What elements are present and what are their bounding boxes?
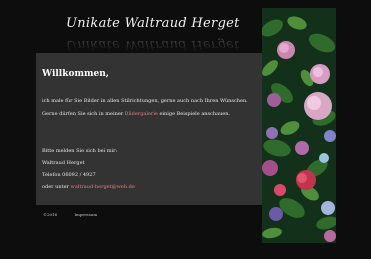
gallery-text-before: Gerne dürfen Sie sich in meiner xyxy=(42,111,124,117)
site-title-reflection: Unikate Waltraud Herget xyxy=(66,37,240,52)
copyright: ©2016 xyxy=(43,212,58,217)
contact-email-line: oder unter waltraud-herget@web.de xyxy=(42,184,135,190)
footer: ©2016 Impressum xyxy=(43,212,113,217)
contact-intro: Bitte melden Sie sich bei mir: xyxy=(42,148,118,154)
content-panel: Willkommen, ich male für Sie Bilder in a… xyxy=(36,53,262,205)
email-link[interactable]: waltraud-herget@web.de xyxy=(71,184,135,190)
header: Unikate Waltraud Herget Unikate Waltraud… xyxy=(36,8,262,54)
impressum-link[interactable]: Impressum xyxy=(74,212,97,217)
contact-phone: Telefon 06092 / 4927 xyxy=(42,172,96,178)
contact-name: Waltraud Herget xyxy=(42,160,85,166)
intro-text: ich male für Sie Bilder in allen Stilric… xyxy=(42,98,248,104)
site-title[interactable]: Unikate Waltraud Herget xyxy=(66,16,240,31)
gallery-text: Gerne dürfen Sie sich in meiner Bilderga… xyxy=(42,111,230,117)
hydrangea-flowers-image xyxy=(262,8,336,243)
contact-email-prefix: oder unter xyxy=(42,184,69,190)
page: Unikate Waltraud Herget Unikate Waltraud… xyxy=(0,0,371,259)
welcome-heading: Willkommen, xyxy=(42,69,109,79)
gallery-text-after: einige Beispiele anschauen. xyxy=(159,111,231,117)
gallery-link[interactable]: Bildergalerie xyxy=(125,111,158,117)
